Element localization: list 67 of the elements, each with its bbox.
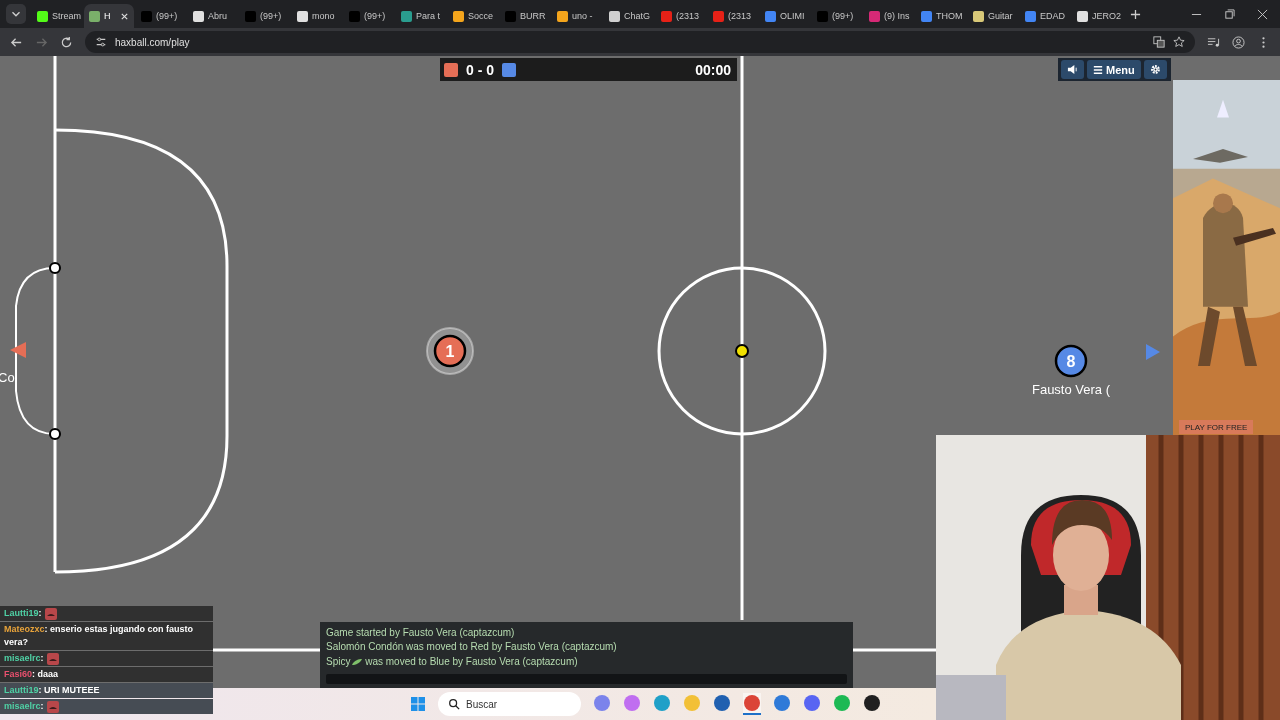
ball [735,344,749,358]
browser-tab[interactable]: (9) Ins [864,4,914,28]
team-square-icon [444,62,458,77]
close-icon[interactable] [1257,8,1268,20]
chat-message: Spicy was moved to Blue by Fausto Vera (captazcum) [326,654,579,669]
chat-message: Salomón Condón was moved to Red by Fausto Vera (captazcum) [326,640,618,655]
stream-chat-message: misaelrc: [0,699,213,714]
player-number: 8 [1066,353,1076,370]
score: 0 - 0 [466,61,494,78]
search-field[interactable]: Buscar [438,692,581,716]
stream-chat-message: Fasi60: daaa [0,667,213,682]
speaker-icon [1067,64,1078,75]
stream-chat-message: Mateozxc: enserio estas jugando con fausto vera? [0,622,213,650]
browser-tab[interactable]: (99+) [812,4,862,28]
browser-tab[interactable]: (2313 [708,4,758,28]
browser-tab[interactable]: (99+) [136,4,186,28]
browser-tab[interactable]: Abru [188,4,238,28]
emote-icon [46,700,59,713]
goal-post [49,428,61,440]
gear-icon [1149,64,1161,75]
browser-tab[interactable]: mono [292,4,342,28]
star-icon[interactable] [1173,36,1185,48]
browser-tab[interactable]: Para t [396,4,446,28]
browser-tab[interactable]: EDAD [1020,4,1070,28]
menu-icon [1093,64,1103,75]
browser-tab[interactable]: (99+) [240,4,290,28]
team-square-icon [502,62,516,77]
stream-chat-message: Lautti19: URI MUTEEE [0,683,213,698]
browser-tab[interactable]: THOM [916,4,966,28]
search-icon [448,698,460,710]
restore-icon[interactable] [1224,8,1235,20]
stream-chat-message: Lautti19: [0,606,213,621]
emote-icon [44,607,57,620]
media-icon[interactable] [1207,35,1220,49]
goal-direction-arrow [10,342,26,358]
stream-chat-message: misaelrc: [0,651,213,666]
tab-search-icon[interactable] [6,4,26,24]
sound-button[interactable] [1061,60,1084,79]
browser-tab[interactable]: uno - [552,4,602,28]
menu-button[interactable]: Menu [1087,60,1141,79]
browser-tab[interactable]: Socce [448,4,498,28]
browser-tab[interactable]: OLIMI [760,4,810,28]
start-icon[interactable] [410,696,426,712]
browser-tab[interactable]: BURR [500,4,550,28]
address-bar[interactable]: haxball.com/play [85,31,1195,53]
translate-icon[interactable] [1153,36,1165,48]
new-tab-icon[interactable] [1130,8,1141,20]
emote-icon [46,652,59,665]
browser-tab[interactable]: Guitar [968,4,1018,28]
reload-icon[interactable] [60,35,73,49]
browser-tab[interactable]: (99+) [344,4,394,28]
profile-icon[interactable] [1232,35,1245,49]
browser-tab[interactable]: (2313 [656,4,706,28]
browser-tab[interactable]: Stream [32,4,82,28]
browser-tab[interactable]: H [84,4,134,28]
browser-tab[interactable]: JERO2 [1072,4,1122,28]
goal-direction-arrow [1146,344,1160,360]
browser-tab[interactable]: ChatG [604,4,654,28]
goal-post [49,262,61,274]
game-timer: 00:00 [695,61,731,78]
leaf-icon [352,658,363,665]
site-info-icon[interactable] [95,36,107,48]
player-number: 1 [445,343,455,360]
settings-button[interactable] [1143,60,1167,79]
close-icon[interactable] [120,11,129,21]
player-name: Fausto Vera ( [1032,382,1110,397]
chat-message: Game started by Fausto Vera (captazcum) [326,626,516,640]
